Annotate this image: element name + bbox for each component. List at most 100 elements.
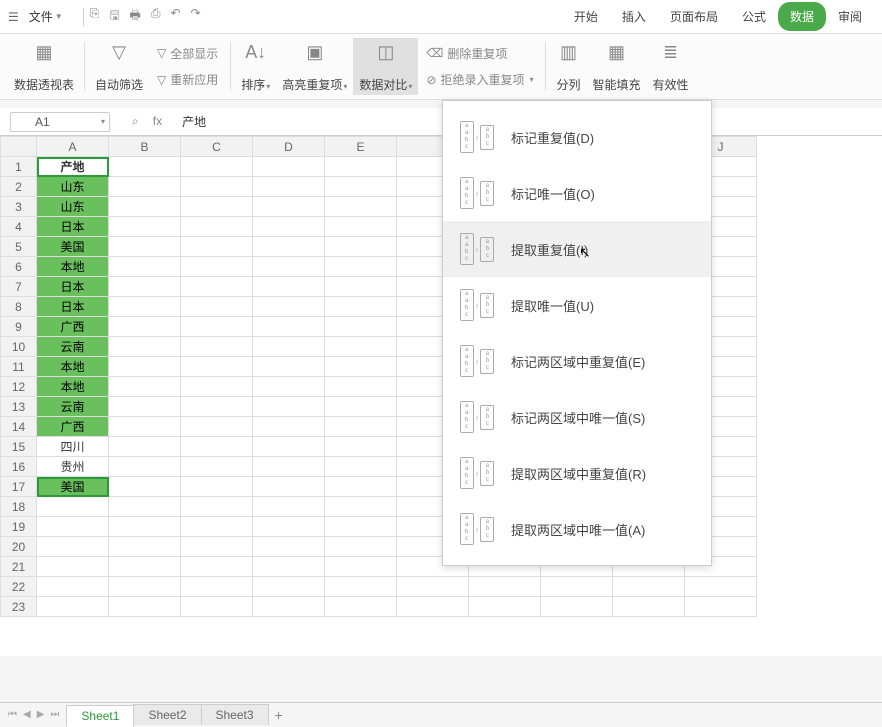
cell[interactable] [109, 217, 181, 237]
cell[interactable] [181, 317, 253, 337]
cell[interactable]: 日本 [37, 297, 109, 317]
tab-formula[interactable]: 公式 [730, 2, 778, 31]
reapply-button[interactable]: ▽重新应用 [153, 69, 222, 90]
menu-icon[interactable]: ☰ [8, 10, 19, 24]
cell[interactable] [109, 197, 181, 217]
row-header[interactable]: 1 [1, 157, 37, 177]
cell[interactable] [253, 237, 325, 257]
cell[interactable]: 日本 [37, 217, 109, 237]
cell[interactable] [109, 277, 181, 297]
cell[interactable] [37, 557, 109, 577]
cell[interactable] [181, 277, 253, 297]
cell[interactable] [325, 597, 397, 617]
cell[interactable] [325, 417, 397, 437]
row-header[interactable]: 23 [1, 597, 37, 617]
cell[interactable] [325, 557, 397, 577]
cell[interactable]: 山东 [37, 177, 109, 197]
cell[interactable] [613, 597, 685, 617]
nav-first-icon[interactable]: ⏮ [8, 709, 17, 720]
sheet-tab[interactable]: Sheet3 [201, 704, 269, 725]
smart-fill-button[interactable]: ▦ 智能填充 [586, 38, 646, 95]
cell[interactable] [181, 297, 253, 317]
column-header[interactable]: A [37, 137, 109, 157]
cell[interactable] [397, 597, 469, 617]
cell[interactable] [253, 317, 325, 337]
dropdown-item[interactable]: aabc›abc提取重复值(I)↖ [443, 221, 711, 277]
cell[interactable] [613, 577, 685, 597]
cell[interactable] [253, 397, 325, 417]
cell[interactable] [253, 557, 325, 577]
cell[interactable]: 贵州 [37, 457, 109, 477]
cell[interactable] [541, 577, 613, 597]
qat-open-icon[interactable]: ⎘ [90, 6, 100, 27]
validation-button[interactable]: ≣ 有效性 [647, 38, 695, 95]
cell[interactable] [325, 177, 397, 197]
cell[interactable] [181, 377, 253, 397]
nav-last-icon[interactable]: ⏭ [50, 709, 59, 720]
column-header[interactable]: D [253, 137, 325, 157]
row-header[interactable]: 13 [1, 397, 37, 417]
select-all-corner[interactable] [1, 137, 37, 157]
cell[interactable] [37, 497, 109, 517]
row-header[interactable]: 8 [1, 297, 37, 317]
cell[interactable] [325, 297, 397, 317]
cell[interactable] [109, 597, 181, 617]
cell[interactable] [325, 317, 397, 337]
cell[interactable] [181, 237, 253, 257]
cell[interactable] [325, 277, 397, 297]
cell[interactable] [253, 377, 325, 397]
cell[interactable] [181, 197, 253, 217]
cell[interactable] [253, 497, 325, 517]
pivot-table-button[interactable]: ▦ 数据透视表 [8, 38, 80, 95]
column-header[interactable]: C [181, 137, 253, 157]
cell[interactable] [181, 217, 253, 237]
cell[interactable] [325, 577, 397, 597]
tab-start[interactable]: 开始 [562, 2, 610, 31]
cell[interactable] [181, 177, 253, 197]
cell[interactable] [109, 517, 181, 537]
file-menu[interactable]: 文件 ▼ [23, 6, 69, 27]
cell[interactable] [253, 297, 325, 317]
cell[interactable] [325, 197, 397, 217]
tab-layout[interactable]: 页面布局 [658, 2, 730, 31]
reject-dup-button[interactable]: ⊘拒绝录入重复项▾ [422, 69, 537, 90]
cell[interactable] [253, 337, 325, 357]
row-header[interactable]: 10 [1, 337, 37, 357]
tab-data[interactable]: 数据 [778, 2, 826, 31]
cell[interactable] [37, 597, 109, 617]
cell[interactable]: 美国 [37, 237, 109, 257]
row-header[interactable]: 4 [1, 217, 37, 237]
cell[interactable]: 广西 [37, 417, 109, 437]
highlight-dup-button[interactable]: ▣ 高亮重复项▾ [276, 38, 353, 95]
cell[interactable] [325, 497, 397, 517]
cell[interactable] [325, 437, 397, 457]
cell[interactable] [253, 277, 325, 297]
column-header[interactable]: B [109, 137, 181, 157]
delete-dup-button[interactable]: ⌫删除重复项 [422, 43, 537, 64]
column-header[interactable]: E [325, 137, 397, 157]
cell[interactable] [541, 597, 613, 617]
tab-review[interactable]: 审阅 [826, 2, 874, 31]
cell[interactable] [685, 577, 757, 597]
row-header[interactable]: 5 [1, 237, 37, 257]
cell[interactable] [253, 577, 325, 597]
show-all-button[interactable]: ▽全部显示 [153, 43, 222, 64]
cell[interactable]: 日本 [37, 277, 109, 297]
qat-undo-icon[interactable]: ↶ [170, 6, 180, 27]
tab-insert[interactable]: 插入 [610, 2, 658, 31]
cell[interactable] [181, 557, 253, 577]
cell[interactable] [109, 317, 181, 337]
cell[interactable] [181, 337, 253, 357]
cell[interactable] [325, 257, 397, 277]
row-header[interactable]: 9 [1, 317, 37, 337]
cell[interactable]: 美国 [37, 477, 109, 497]
cell[interactable] [109, 237, 181, 257]
cell[interactable] [253, 457, 325, 477]
cell[interactable] [253, 177, 325, 197]
dropdown-item[interactable]: aabc›abc提取两区域中重复值(R) [443, 445, 711, 501]
row-header[interactable]: 7 [1, 277, 37, 297]
cell[interactable] [253, 517, 325, 537]
data-compare-button[interactable]: ◫ 数据对比▾ [353, 38, 418, 95]
fx-icon[interactable]: fx [153, 114, 162, 129]
cell[interactable] [181, 397, 253, 417]
